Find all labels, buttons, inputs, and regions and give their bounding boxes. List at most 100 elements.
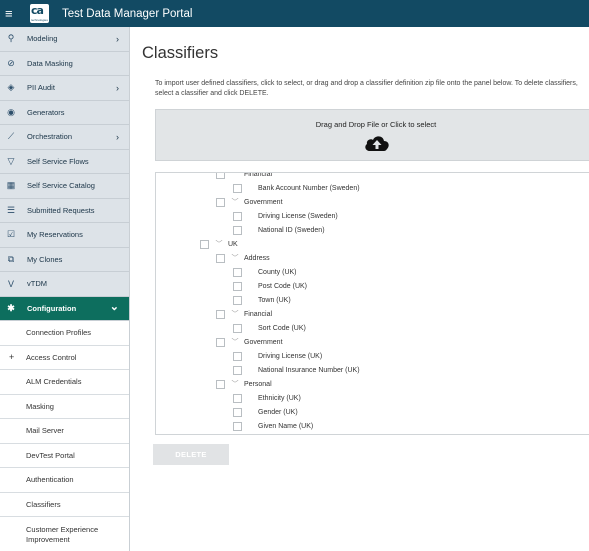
clones-icon: ⧉ [7,253,15,264]
tree-node: ﹀ Address [216,251,270,265]
configuration-submenu: Connection Profiles + Access Control ALM Cr… [0,321,129,551]
tree-node: ﹀ Government [216,195,283,209]
sidebar-item-label: vTDM [27,279,47,289]
menu-icon[interactable]: ≡ [5,0,23,27]
audit-icon: ◈ [7,82,15,93]
tree-checkbox[interactable] [200,239,209,249]
tree-node: County (UK) [233,265,297,279]
tree-node: Bank Account Number (Sweden) [233,181,360,195]
tree-node: Driving License (UK) [233,349,322,363]
tree-node: National ID (Sweden) [233,223,325,237]
chevron-right-icon: › [116,131,119,142]
tree-node: National Insurance Number (UK) [233,363,360,377]
tree-checkbox[interactable] [216,337,225,347]
tree-checkbox[interactable] [216,197,225,207]
tree-node: ﹀ Financial [216,307,272,321]
submenu-item-alm-credentials[interactable]: ALM Credentials [0,370,129,395]
logo-text: ca [31,4,44,17]
submenu-item-customer-experience-improvement[interactable]: Customer Experience Improvement [0,517,129,551]
tree-checkbox[interactable] [233,365,242,375]
chevron-down-icon[interactable]: ﹀ [230,379,240,389]
sidebar-item-vtdm[interactable]: VvTDM [0,272,129,297]
tree-checkbox[interactable] [233,183,242,193]
submenu-item-authentication[interactable]: Authentication [0,468,129,493]
sidebar-item-pii-audit[interactable]: ◈ PII Audit › [0,76,129,101]
sidebar-item-label: My Reservations [27,230,83,240]
top-bar: ≡ ca technologies Test Data Manager Port… [0,0,589,27]
sidebar-item-label: Submitted Requests [27,205,95,215]
tree-checkbox[interactable] [216,379,225,389]
sidebar-item-my-clones[interactable]: ⧉ My Clones [0,247,129,272]
chevron-right-icon: › [116,82,119,93]
submenu-item-devtest-portal[interactable]: DevTest Portal [0,443,129,468]
tree-node: Given Name (UK) [233,419,313,433]
sidebar-item-data-masking[interactable]: ⊘ Data Masking [0,51,129,76]
submenu-item-mail-server[interactable]: Mail Server [0,419,129,444]
tree-checkbox[interactable] [233,225,242,235]
tree-checkbox[interactable] [233,211,242,221]
sidebar-item-self-service-catalog[interactable]: ▦ Self Service Catalog [0,174,129,199]
sidebar-item-label: PII Audit [27,83,55,93]
submenu-item-label: Customer Experience Improvement [26,524,99,544]
sidebar-item-my-reservations[interactable]: ☑ My Reservations [0,223,129,248]
tree-checkbox[interactable] [216,253,225,263]
sidebar-item-modeling[interactable]: ⚲ Modeling › [0,27,129,52]
submenu-item-label: Classifiers [26,499,61,509]
chevron-down-icon[interactable]: ﹀ [230,173,240,179]
tree-node-label: Driving License (Sweden) [258,212,338,220]
tree-checkbox[interactable] [233,407,242,417]
chevron-down-icon: ⌄ [109,300,119,313]
sidebar-item-configuration[interactable]: ✱ Configuration ⌄ [0,296,129,321]
tree-node: Town (UK) [233,293,291,307]
chevron-down-icon[interactable]: ﹀ [230,337,240,347]
sidebar-item-label: Generators [27,107,65,117]
tree-node-label: Bank Account Number (Sweden) [258,184,360,192]
submenu-item-connection-profiles[interactable]: Connection Profiles [0,321,129,346]
nav-list: ⚲ Modeling › ⊘ Data Masking ◈ PII Audit › ◉ Gener… [0,27,129,321]
chevron-right-icon: › [116,33,119,44]
sidebar-item-submitted-requests[interactable]: ☰ Submitted Requests [0,198,129,223]
submenu-item-masking[interactable]: Masking [0,394,129,419]
requests-icon: ☰ [6,204,16,215]
tree-checkbox[interactable] [233,421,242,431]
sidebar-item-label: Data Masking [27,58,73,68]
file-dropzone[interactable]: Drag and Drop File or Click to select [155,109,589,161]
sidebar-item-label: Modeling [27,34,58,44]
delete-button[interactable]: DELETE [153,444,229,465]
submenu-item-access-control[interactable]: + Access Control [0,345,129,370]
page-title: Classifiers [142,44,219,62]
tree-node: Ethnicity (UK) [233,391,301,405]
logo-subtext: technologies [31,18,48,22]
tree-checkbox[interactable] [233,393,242,403]
sidebar-item-generators[interactable]: ◉ Generators [0,100,129,125]
tree-checkbox[interactable] [233,267,242,277]
tree-checkbox[interactable] [233,281,242,291]
tree-node-label: County (UK) [258,268,297,276]
submenu-item-label: Authentication [26,475,74,485]
classifier-tree: ﹀ Financial Bank Account Number (Sweden) ﹀ G… [155,172,589,435]
tree-node: Sort Code (UK) [233,321,306,335]
generator-icon: ◉ [7,106,15,117]
tree-node-label: Government [244,198,283,206]
sidebar-item-self-service-flows[interactable]: ▽ Self Service Flows [0,149,129,174]
sidebar-item-label: Orchestration [27,132,73,142]
tree-node: Post Code (UK) [233,279,307,293]
chevron-down-icon[interactable]: ﹀ [214,239,224,249]
sidebar-item-label: My Clones [27,254,63,264]
tree-checkbox[interactable] [216,309,225,319]
chevron-down-icon[interactable]: ﹀ [230,197,240,207]
chevron-down-icon[interactable]: ﹀ [230,253,240,263]
tree-checkbox[interactable] [233,323,242,333]
sidebar-item-orchestration[interactable]: ⟋ Orchestration › [0,125,129,150]
tree-checkbox[interactable] [233,351,242,361]
tree-checkbox[interactable] [233,295,242,305]
cloud-upload-icon [365,136,389,151]
tree-checkbox[interactable] [216,173,225,179]
tree-node-label: Financial [244,172,273,178]
tree-node-label: Gender (UK) [258,408,298,416]
tree-node: ﹀ Financial [216,172,273,181]
submenu-item-classifiers[interactable]: Classifiers [0,492,129,517]
chevron-down-icon[interactable]: ﹀ [230,309,240,319]
tree-node: Gender (UK) [233,405,298,419]
flows-icon: ▽ [7,155,15,166]
